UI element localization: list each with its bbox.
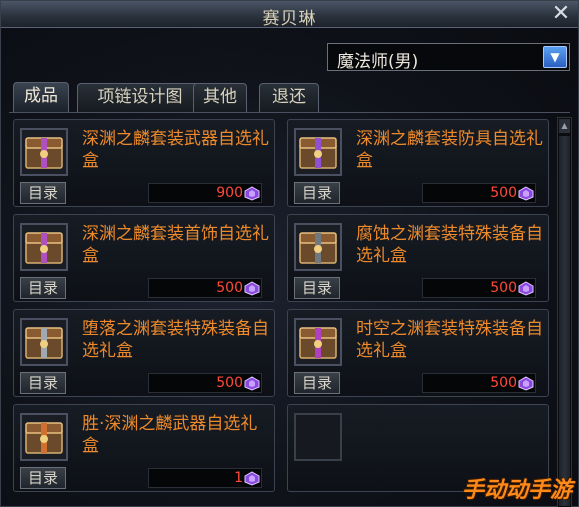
price-value: 500 — [216, 280, 243, 296]
currency-icon — [244, 281, 260, 296]
catalog-button[interactable]: 目录 — [294, 277, 340, 299]
price-box: 500 — [148, 373, 262, 393]
scrollbar-thumb[interactable] — [559, 136, 570, 506]
treasure-box-icon[interactable] — [294, 128, 342, 176]
price-value: 900 — [216, 185, 243, 201]
item-card[interactable]: 腐蚀之渊套装特殊装备自选礼盒 目录 500 — [287, 214, 549, 302]
price-value: 500 — [490, 280, 517, 296]
currency-icon — [244, 186, 260, 201]
item-name: 深渊之麟套装防具自选礼盒 — [356, 129, 543, 171]
catalog-button[interactable]: 目录 — [20, 277, 66, 299]
currency-icon — [244, 471, 260, 486]
item-name: 堕落之渊套装特殊装备自选礼盒 — [82, 319, 269, 361]
currency-icon — [244, 376, 260, 391]
scroll-up-icon[interactable]: ▲ — [559, 119, 570, 133]
treasure-box-icon[interactable] — [20, 223, 68, 271]
empty-slot-icon — [294, 413, 342, 461]
item-name: 时空之渊套装特殊装备自选礼盒 — [356, 319, 543, 361]
treasure-box-icon[interactable] — [20, 318, 68, 366]
close-icon[interactable]: ✕ — [550, 3, 572, 25]
item-card[interactable]: 深渊之麟套装武器自选礼盒 目录 900 — [13, 119, 275, 207]
item-card[interactable]: 时空之渊套装特殊装备自选礼盒 目录 500 — [287, 309, 549, 397]
scrollbar[interactable]: ▲ — [557, 117, 572, 507]
catalog-button[interactable]: 目录 — [294, 372, 340, 394]
window-title: 赛贝琳 — [262, 9, 317, 29]
currency-icon — [518, 281, 534, 296]
price-box: 900 — [148, 183, 262, 203]
tab-divider — [9, 112, 570, 113]
price-value: 1 — [234, 470, 243, 486]
item-card[interactable]: 深渊之麟套装首饰自选礼盒 目录 500 — [13, 214, 275, 302]
item-card[interactable]: 深渊之麟套装防具自选礼盒 目录 500 — [287, 119, 549, 207]
catalog-button[interactable]: 目录 — [294, 182, 340, 204]
item-card[interactable]: 堕落之渊套装特殊装备自选礼盒 目录 500 — [13, 309, 275, 397]
treasure-box-icon[interactable] — [20, 413, 68, 461]
watermark: 手动动手游 — [461, 478, 572, 503]
price-box: 500 — [422, 278, 536, 298]
tab-other[interactable]: 其他 — [193, 83, 247, 112]
catalog-button[interactable]: 目录 — [20, 467, 66, 489]
item-name: 腐蚀之渊套装特殊装备自选礼盒 — [356, 224, 543, 266]
item-name: 深渊之麟套装武器自选礼盒 — [82, 129, 269, 171]
treasure-box-icon[interactable] — [20, 128, 68, 176]
price-box: 500 — [422, 183, 536, 203]
price-value: 500 — [490, 375, 517, 391]
tab-finished[interactable]: 成品 — [13, 82, 69, 113]
chevron-down-icon[interactable]: ▼ — [543, 46, 567, 68]
item-name: 深渊之麟套装首饰自选礼盒 — [82, 224, 269, 266]
treasure-box-icon[interactable] — [294, 318, 342, 366]
price-value: 500 — [490, 185, 517, 201]
shop-window: 赛贝琳 ✕ 魔法师(男) ▼ 成品 项链设计图 其他 退还 深渊之麟套装武器自选… — [0, 0, 579, 507]
title-bar[interactable]: 赛贝琳 ✕ — [1, 1, 578, 29]
treasure-box-icon[interactable] — [294, 223, 342, 271]
class-dropdown-value: 魔法师(男) — [337, 52, 419, 72]
currency-icon — [518, 186, 534, 201]
item-card[interactable]: 胜·深渊之麟武器自选礼盒 目录 1 — [13, 404, 275, 492]
price-box: 1 — [148, 468, 262, 488]
class-dropdown[interactable]: 魔法师(男) ▼ — [327, 43, 570, 72]
currency-icon — [518, 376, 534, 391]
catalog-button[interactable]: 目录 — [20, 372, 66, 394]
tab-refund[interactable]: 退还 — [259, 83, 319, 112]
item-name: 胜·深渊之麟武器自选礼盒 — [82, 414, 258, 456]
item-list: 深渊之麟套装武器自选礼盒 目录 900 深渊之麟套装防具自选礼盒 目录 500 深渊之麟… — [9, 117, 554, 507]
price-value: 500 — [216, 375, 243, 391]
price-box: 500 — [422, 373, 536, 393]
catalog-button[interactable]: 目录 — [20, 182, 66, 204]
price-box: 500 — [148, 278, 262, 298]
tab-necklace-design[interactable]: 项链设计图 — [77, 83, 203, 112]
